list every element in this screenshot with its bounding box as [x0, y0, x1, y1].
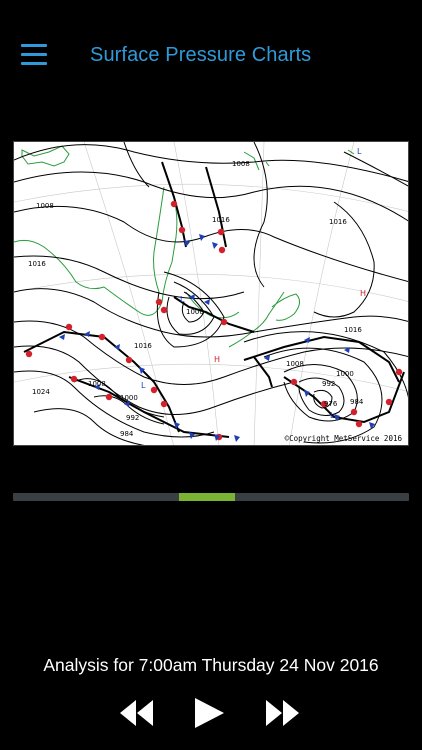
low-pressure-label: L [357, 147, 362, 156]
isobar-label: 1008 [88, 380, 106, 388]
isobar-label: 1000 [120, 394, 138, 402]
isobar-label: 976 [324, 400, 338, 408]
high-pressure-label: H [214, 355, 220, 364]
fast-forward-button[interactable] [263, 694, 301, 732]
isobar-label: 1016 [28, 260, 46, 268]
isobar-label: 1024 [32, 388, 50, 396]
isobar-label: 1016 [212, 216, 230, 224]
app-header: Surface Pressure Charts [0, 0, 422, 112]
isobar-label: 992 [322, 380, 335, 388]
page-title-text: Surface Pressure Charts [90, 44, 312, 66]
isobar-label: 1008 [36, 202, 54, 210]
low-pressure-label: L [141, 381, 146, 390]
low-pressure-label: L [180, 295, 185, 304]
weather-fronts [23, 161, 405, 438]
isobar-label: 984 [350, 398, 364, 406]
isobar-label: 1008 [286, 360, 304, 368]
isobar-label: 1000 [336, 370, 354, 378]
timeline-position-indicator[interactable] [179, 493, 235, 501]
surface-pressure-map: 1008 1008 1016 1016 1016 1016 1000 1008 … [13, 141, 409, 446]
copyright-label: ©Copyright MetService 2016 [284, 434, 402, 443]
isobar-label: 1008 [232, 160, 250, 168]
rewind-icon [120, 700, 153, 726]
isobar-label: 1000 [186, 308, 204, 316]
low-pressure-label: L [330, 411, 335, 420]
warm-front-markers [25, 200, 403, 441]
isobar-label: 1016 [344, 326, 362, 334]
isobar-label: 1016 [134, 342, 152, 350]
pressure-chart-graphic: 1008 1008 1016 1016 1016 1016 1000 1008 … [14, 142, 408, 445]
rewind-button[interactable] [118, 694, 156, 732]
hamburger-menu-icon[interactable] [21, 44, 47, 66]
play-icon [195, 698, 224, 728]
analysis-time-caption: Analysis for 7:00am Thursday 24 Nov 2016 [43, 655, 379, 675]
isobar-label: 1016 [329, 218, 347, 226]
isobar-label: 984 [120, 430, 134, 438]
play-button[interactable] [191, 694, 227, 732]
playback-controls [0, 694, 422, 734]
fast-forward-icon [266, 700, 299, 726]
isobar-label: 992 [126, 414, 139, 422]
high-pressure-label: H [360, 289, 366, 298]
timeline-scrubber[interactable] [13, 493, 409, 501]
